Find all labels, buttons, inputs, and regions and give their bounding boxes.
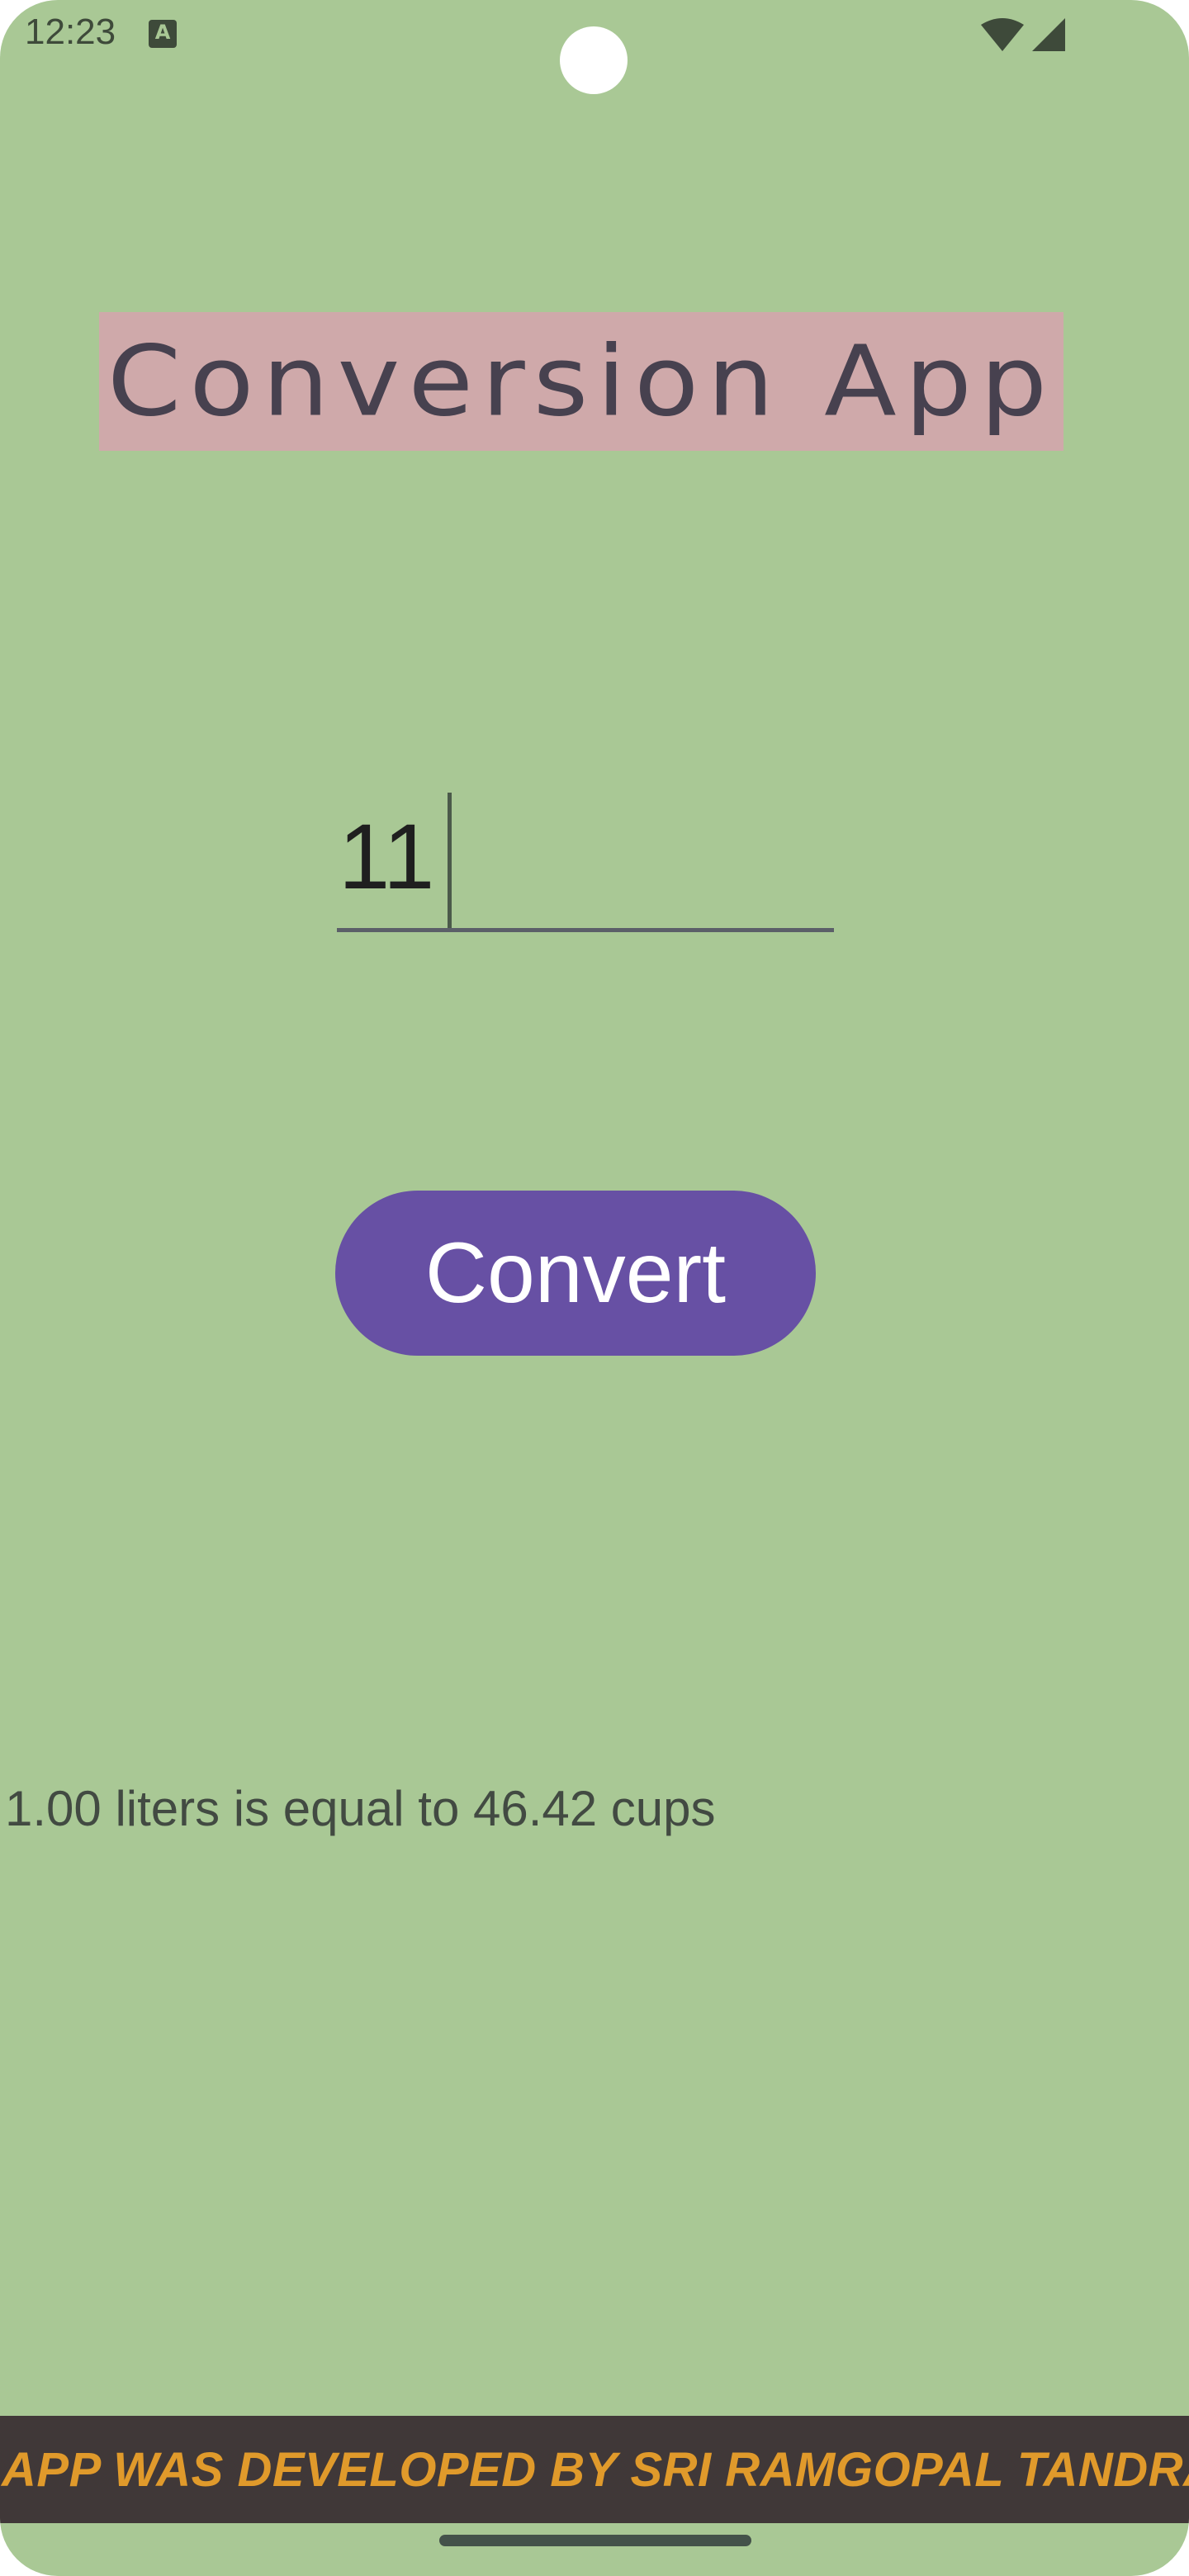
status-bar: 12:23 A: [0, 0, 1189, 94]
developer-footer: APP WAS DEVELOPED BY SRI RAMGOPAL TANDRA: [0, 2416, 1189, 2523]
convert-button[interactable]: Convert: [335, 1191, 816, 1356]
status-time: 12:23: [25, 12, 116, 52]
footer-text: APP WAS DEVELOPED BY SRI RAMGOPAL TANDRA: [2, 2442, 1189, 2497]
a-icon: A: [149, 20, 177, 48]
phone-screen: 12:23 A Conversion App 11 Convert 1.00 l…: [0, 0, 1189, 2576]
navigation-gesture-bar[interactable]: [439, 2535, 751, 2546]
input-underline: [337, 928, 834, 932]
text-cursor: [448, 793, 452, 928]
camera-cutout: [560, 26, 628, 94]
app-title-banner: Conversion App: [99, 312, 1063, 451]
liters-input-wrapper[interactable]: 11: [337, 784, 834, 935]
signal-icon: [1032, 18, 1065, 51]
wifi-icon: [981, 18, 1024, 51]
result-text: 1.00 liters is equal to 46.42 cups: [5, 1781, 716, 1836]
app-title: Conversion App: [107, 324, 1056, 438]
liters-input-value[interactable]: 11: [339, 811, 434, 903]
